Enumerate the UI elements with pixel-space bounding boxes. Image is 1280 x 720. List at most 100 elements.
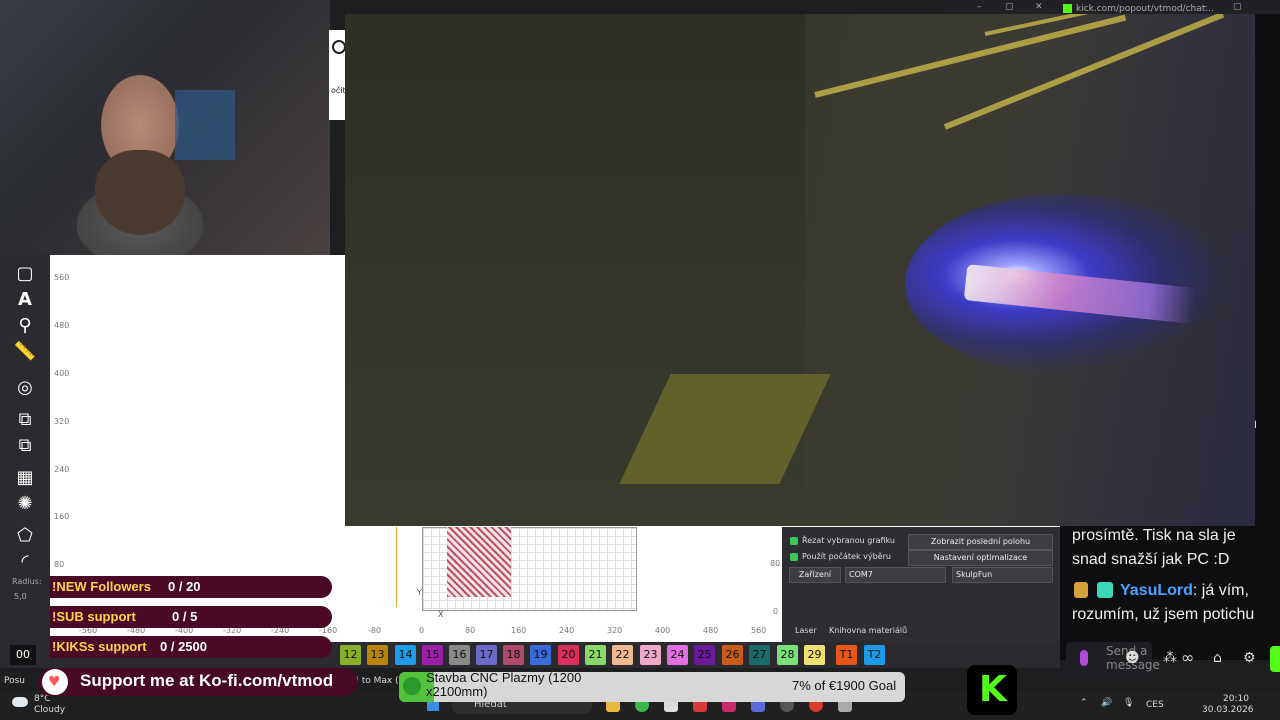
chat-message-line: snad snažší jak PC :D <box>1072 551 1230 568</box>
emote-icon[interactable]: ☻ <box>1125 650 1140 666</box>
radius-value[interactable]: 5,0 <box>14 592 27 601</box>
use-selection-start-label: Použít počátek výběru <box>802 552 891 561</box>
layer-chip[interactable]: 15 <box>422 645 443 665</box>
layer-chip[interactable]: 18 <box>503 645 524 665</box>
pin-icon[interactable]: ⚲ <box>12 315 38 337</box>
followers-goal-bar: !NEW Followers 0 / 20 <box>50 576 332 598</box>
settings-gear-icon[interactable]: ⚙ <box>1243 650 1256 666</box>
circle-tool-icon[interactable]: ◎ <box>12 377 38 399</box>
engraving-design[interactable] <box>447 527 511 597</box>
axis-x-label: X <box>438 610 444 619</box>
ruler-icon[interactable]: 📏 <box>12 341 38 363</box>
x-tick: 160 <box>511 626 527 635</box>
grid-array-icon[interactable]: ▦ <box>12 467 38 489</box>
chat-message-line: rozumím, už jsem potichu <box>1072 606 1255 623</box>
layer-chip[interactable]: 12 <box>340 645 361 665</box>
layer-chip[interactable]: 24 <box>667 645 688 665</box>
video-rail <box>814 14 1127 98</box>
tab-material-library[interactable]: Knihovna materiálů <box>829 626 907 635</box>
layer-chip[interactable]: 22 <box>612 645 633 665</box>
y-tick: 160 <box>54 512 70 521</box>
radial-array-icon[interactable]: ✺ <box>12 493 38 515</box>
clock-date[interactable]: 30.03.2026 <box>1202 705 1254 715</box>
x-tick: 560 <box>751 626 767 635</box>
layer-chip[interactable]: 14 <box>395 645 416 665</box>
x-tick: 320 <box>607 626 623 635</box>
infinity-icon[interactable]: ∞ <box>1181 648 1194 667</box>
maximize-icon[interactable]: ▢ <box>1005 2 1014 12</box>
radius-label: Radius: <box>12 577 42 586</box>
chat-message-line: YasuLord: já vím, <box>1120 579 1249 603</box>
mic-icon[interactable] <box>1080 650 1088 666</box>
corner-round-icon[interactable]: ◜ <box>12 551 38 573</box>
layer-chip[interactable]: 28 <box>777 645 798 665</box>
x-tick: 480 <box>703 626 719 635</box>
layer-chip[interactable]: 17 <box>476 645 497 665</box>
send-button[interactable] <box>1270 646 1280 672</box>
goal-name: Stavba CNC Plazmy (1200 x2100mm) <box>426 670 582 699</box>
kicks-icon[interactable]: ⁂ <box>1163 650 1177 666</box>
mic-tray-icon[interactable]: 🎙 <box>1123 698 1134 708</box>
kick-favicon-icon <box>1063 4 1072 13</box>
use-selection-start-checkbox[interactable] <box>790 553 798 561</box>
origin-line <box>396 527 397 607</box>
layer-chip[interactable]: 00 <box>10 645 36 665</box>
layer-chip[interactable]: 21 <box>585 645 606 665</box>
layer-chip[interactable]: 20 <box>558 645 579 665</box>
layer-chip[interactable]: 29 <box>804 645 825 665</box>
layer-chip[interactable]: 23 <box>640 645 661 665</box>
minimize-icon[interactable]: – <box>977 2 982 12</box>
chat-message-text: : já vím, <box>1192 582 1249 599</box>
show-last-position-button[interactable]: Zobrazit poslední polohu <box>908 534 1053 550</box>
text-tool-icon[interactable]: A <box>12 289 38 311</box>
devices-button[interactable]: Zařízení <box>789 567 841 583</box>
chat-username[interactable]: YasuLord <box>1120 582 1193 599</box>
speaker-icon[interactable]: 🔊 <box>1101 698 1112 708</box>
kicks-label: !KIKSs support <box>52 639 147 654</box>
kicks-goal-bar: !KIKSs support 0 / 2500 <box>50 636 332 658</box>
y-tick: 80 <box>54 560 65 569</box>
tray-chevron-icon[interactable]: ⌃ <box>1080 698 1088 708</box>
minimize-icon[interactable]: – <box>1203 2 1208 12</box>
cut-selected-label: Řezat vybranou grafiku <box>802 536 895 545</box>
x-tick: 0 <box>419 626 425 635</box>
browser-url[interactable]: kick.com/popout/vtmod/chat... <box>1076 4 1214 14</box>
webcam-feed <box>0 0 330 255</box>
copy-icon[interactable]: ⧉ <box>12 409 38 431</box>
close-icon[interactable]: ✕ <box>1035 2 1043 12</box>
layer-chip[interactable]: 25 <box>694 645 715 665</box>
store-icon[interactable]: ⌂ <box>1213 650 1222 666</box>
layer-chip[interactable]: 27 <box>749 645 770 665</box>
weather-desc[interactable]: Cloudy <box>34 705 65 715</box>
optimization-settings-button[interactable]: Nastavení optimalizace <box>908 550 1053 566</box>
followers-label: !NEW Followers <box>52 579 151 594</box>
x-tick: 400 <box>655 626 671 635</box>
kicks-value: 0 / 2500 <box>160 639 207 654</box>
sub-goal-bar: !SUB support 0 / 5 <box>50 606 332 628</box>
tab-laser[interactable]: Laser <box>795 626 817 635</box>
cut-selected-checkbox[interactable] <box>790 537 798 545</box>
webcam-person-beard <box>95 150 185 235</box>
arrange-icon[interactable]: ⧉ <box>12 435 38 457</box>
right-tick: 80 <box>770 559 781 568</box>
clock-time[interactable]: 20:10 <box>1223 694 1249 704</box>
layer-chip[interactable]: 26 <box>722 645 743 665</box>
tool-sidebar: ▢ A ⚲ 📏 ◎ ⧉ ⧉ ▦ ✺ ⬠ ◜ Radius: 5,0 <box>0 255 50 645</box>
y-tick: 560 <box>54 273 70 282</box>
x-tick: 240 <box>559 626 575 635</box>
language-indicator[interactable]: CES <box>1146 700 1164 710</box>
maximize-icon[interactable]: ▢ <box>1233 2 1242 12</box>
layer-chip[interactable]: 13 <box>367 645 388 665</box>
sub-value: 0 / 5 <box>172 609 198 624</box>
rectangle-select-icon[interactable]: ▢ <box>12 263 38 285</box>
layer-chip[interactable]: 16 <box>449 645 470 665</box>
layer-chip[interactable]: T2 <box>864 645 885 665</box>
weather-cloud-icon <box>12 697 28 707</box>
device-select[interactable]: SkulpFun <box>952 567 1053 583</box>
port-select[interactable]: COM7 <box>845 567 946 583</box>
user-badge-icon <box>1074 582 1088 598</box>
layer-chip[interactable]: T1 <box>836 645 857 665</box>
offset-icon[interactable]: ⬠ <box>12 525 38 547</box>
layer-chip[interactable]: 19 <box>530 645 551 665</box>
zoom-icon[interactable] <box>332 40 346 54</box>
